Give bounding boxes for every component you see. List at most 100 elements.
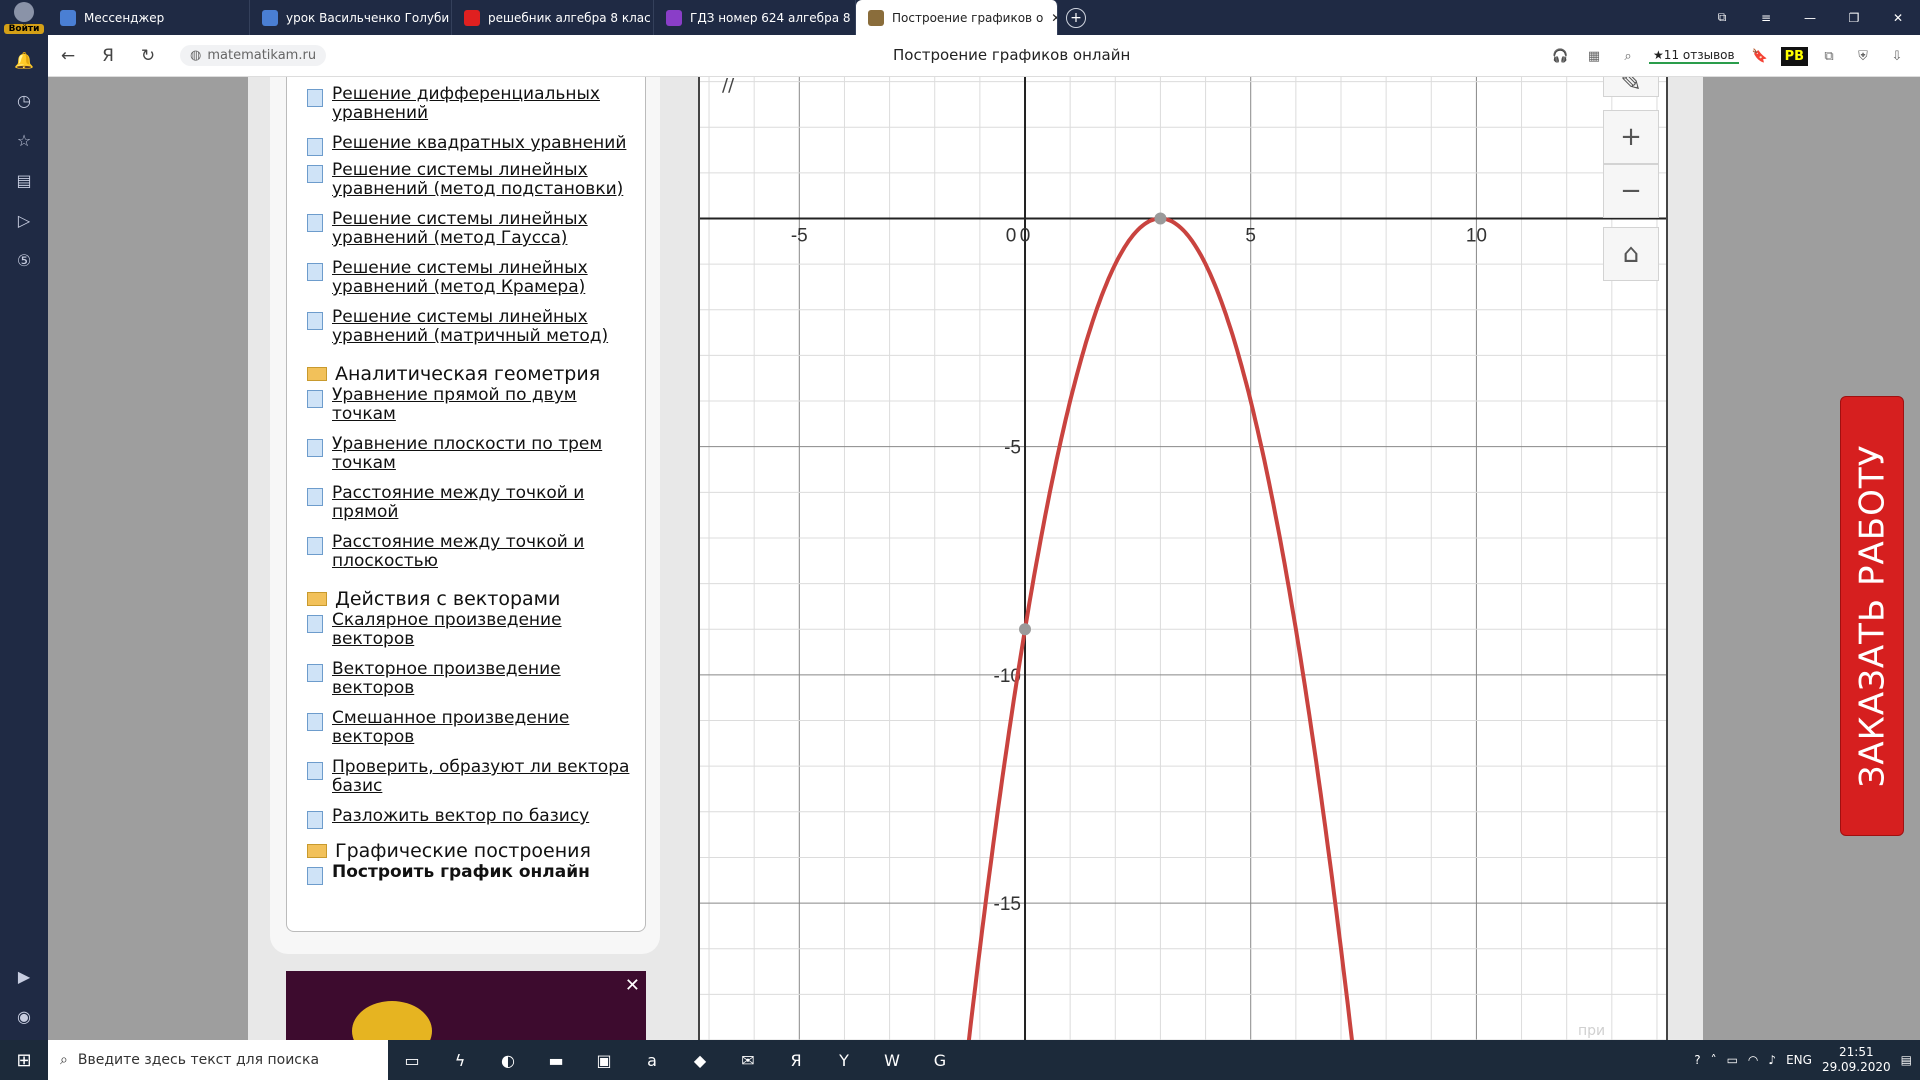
app-icon[interactable]: G bbox=[916, 1040, 964, 1080]
menu-category[interactable]: Действия с векторами bbox=[307, 588, 560, 610]
history-icon[interactable]: ◷ bbox=[0, 80, 48, 120]
menu-item[interactable]: Разложить вектор по базису bbox=[307, 807, 632, 829]
dropbox-icon[interactable]: ◆ bbox=[676, 1040, 724, 1080]
menu-item[interactable]: Уравнение плоскости по трем точкам bbox=[307, 435, 632, 473]
menu-item[interactable]: Решение квадратных уравнений bbox=[307, 133, 632, 156]
menu-item[interactable]: Решение системы линейных уравнений (мето… bbox=[307, 210, 632, 248]
tab-favicon-icon bbox=[666, 9, 682, 26]
home-button[interactable]: ⌂ bbox=[1603, 227, 1659, 281]
lightning-app-icon[interactable]: ϟ bbox=[436, 1040, 484, 1080]
star-icon[interactable]: ☆ bbox=[0, 120, 48, 160]
chevron-up-icon[interactable]: ˄ bbox=[1711, 1053, 1717, 1067]
home-icon: ⌂ bbox=[1622, 239, 1640, 269]
five-icon[interactable]: ⑤ bbox=[0, 240, 48, 280]
browser-tab[interactable]: Мессенджер bbox=[48, 0, 250, 35]
taskbar-search[interactable]: ⌕ Введите здесь текст для поиска bbox=[48, 1040, 388, 1080]
key-point bbox=[1019, 623, 1032, 636]
yandex-icon[interactable]: Я bbox=[88, 35, 128, 77]
url-field[interactable]: ◍ matematikam.ru bbox=[180, 45, 327, 66]
bell-icon[interactable]: 🔔 bbox=[0, 40, 48, 80]
mail-icon[interactable]: ✉ bbox=[724, 1040, 772, 1080]
bookmark-icon[interactable]: 🔖 bbox=[1747, 43, 1773, 69]
extension-rb-icon[interactable]: PB bbox=[1780, 46, 1808, 66]
menu-item[interactable]: Решение дифференциальных уравнений bbox=[307, 85, 632, 123]
menu-item[interactable]: Смешанное произведение векторов bbox=[307, 709, 632, 747]
tab-manager-icon[interactable]: ⧉ bbox=[1700, 0, 1744, 35]
new-tab-button[interactable]: + bbox=[1066, 8, 1086, 28]
store-icon[interactable]: ▣ bbox=[580, 1040, 628, 1080]
reader-icon[interactable]: ▦ bbox=[1581, 43, 1607, 69]
menu-item[interactable]: Решение системы линейных уравнений (мето… bbox=[307, 161, 632, 199]
order-work-button[interactable]: ЗАКАЗАТЬ РАБОТУ bbox=[1840, 396, 1904, 836]
close-icon[interactable]: ✕ bbox=[625, 975, 640, 996]
menu-item[interactable]: Проверить, образуют ли вектора базис bbox=[307, 758, 632, 796]
protect-icon[interactable]: ⛨ bbox=[1850, 43, 1876, 69]
document-icon bbox=[307, 762, 323, 780]
tab-close-icon[interactable]: ✕ bbox=[1051, 11, 1057, 25]
reviews-badge[interactable]: ★11 отзывов bbox=[1649, 48, 1739, 64]
zoom-in-button[interactable]: + bbox=[1603, 110, 1659, 164]
menu-item[interactable]: Построить график онлайн bbox=[307, 863, 632, 885]
maximize-button[interactable]: ❐ bbox=[1832, 0, 1876, 35]
windows-start-icon[interactable]: ⊞ bbox=[0, 1040, 48, 1080]
play-icon[interactable]: ▷ bbox=[0, 200, 48, 240]
menu-item[interactable]: Уравнение прямой по двум точкам bbox=[307, 386, 632, 424]
login-button[interactable]: Войти bbox=[4, 2, 44, 38]
document-icon bbox=[307, 537, 323, 555]
download-icon[interactable]: ⇩ bbox=[1884, 43, 1910, 69]
word-icon[interactable]: W bbox=[868, 1040, 916, 1080]
document-icon bbox=[307, 664, 323, 682]
browser-tab[interactable]: решебник алгебра 8 клас bbox=[452, 0, 654, 35]
browser-tab[interactable]: ГДЗ номер 624 алгебра 8 bbox=[654, 0, 856, 35]
menu-item-label: Решение квадратных уравнений bbox=[332, 133, 627, 153]
browser-tab[interactable]: урок Васильченко Голуби bbox=[250, 0, 452, 35]
task-view-icon[interactable]: ▭ bbox=[388, 1040, 436, 1080]
zoom-out-button[interactable]: − bbox=[1603, 164, 1659, 218]
help-icon[interactable]: ? bbox=[1694, 1053, 1700, 1067]
clock-date: 29.09.2020 bbox=[1821, 1060, 1891, 1074]
menu-item[interactable]: Расстояние между точкой и плоскостью bbox=[307, 533, 632, 571]
headphones-icon[interactable]: 🎧 bbox=[1547, 43, 1573, 69]
x-tick-label: 10 bbox=[1466, 225, 1487, 246]
explorer-icon[interactable]: ▬ bbox=[532, 1040, 580, 1080]
folder-icon bbox=[307, 592, 327, 606]
browser-sidebar: Войти 🔔 ◷ ☆ ▤ ▷ ⑤ ▶ ◉ bbox=[0, 0, 48, 1040]
collections-icon[interactable]: ▤ bbox=[0, 160, 48, 200]
reload-icon[interactable]: ↻ bbox=[128, 35, 168, 77]
menu-item[interactable]: Решение системы линейных уравнений (матр… bbox=[307, 308, 632, 346]
clock[interactable]: 21:51 29.09.2020 bbox=[1822, 1045, 1891, 1075]
menu-item[interactable]: Векторное произведение векторов bbox=[307, 660, 632, 698]
menu-box: Решение дифференциальных уравнений Решени… bbox=[286, 77, 646, 932]
ad-banner[interactable]: ✕ bbox=[286, 971, 646, 1040]
menu-icon[interactable]: ≡ bbox=[1744, 0, 1788, 35]
yandex-icon[interactable]: Я bbox=[772, 1040, 820, 1080]
clock-time: 21:51 bbox=[1839, 1045, 1874, 1059]
alice-icon[interactable]: ◉ bbox=[0, 996, 48, 1036]
volume-icon[interactable]: ♪ bbox=[1768, 1053, 1776, 1067]
back-icon[interactable]: ← bbox=[48, 35, 88, 77]
amazon-icon[interactable]: a bbox=[628, 1040, 676, 1080]
minimize-button[interactable]: — bbox=[1788, 0, 1832, 35]
extension-icon[interactable]: ⧉ bbox=[1816, 43, 1842, 69]
pencil-button[interactable]: ✎ bbox=[1603, 77, 1659, 98]
language-indicator[interactable]: ENG bbox=[1786, 1053, 1812, 1067]
menu-item[interactable]: Скалярное произведение векторов bbox=[307, 610, 632, 649]
menu-item-label: Скалярное произведение векторов bbox=[332, 610, 562, 649]
edge-icon[interactable]: ◐ bbox=[484, 1040, 532, 1080]
taskbar: ⊞ ⌕ Введите здесь текст для поиска ▭ ϟ ◐… bbox=[0, 1040, 1920, 1080]
zoom-icon[interactable]: ⌕ bbox=[1615, 43, 1641, 69]
battery-icon[interactable]: ▭ bbox=[1727, 1053, 1738, 1067]
yandex-browser-icon[interactable]: Y bbox=[820, 1040, 868, 1080]
tab-favicon-icon bbox=[464, 9, 480, 26]
close-button[interactable]: ✕ bbox=[1876, 0, 1920, 35]
menu-category[interactable]: Аналитическая геометрия bbox=[307, 363, 600, 385]
menu-item[interactable]: Решение системы линейных уравнений (мето… bbox=[307, 259, 632, 297]
function-plot[interactable]: -5 0 5 100-5-10-15// bbox=[700, 77, 1666, 1040]
messenger-app-icon[interactable]: ▶ bbox=[0, 956, 48, 996]
graph-panel[interactable]: -505100-5-10-15// при поддержке bbox=[698, 77, 1668, 1040]
notification-icon[interactable]: ▤ bbox=[1901, 1053, 1912, 1067]
menu-item[interactable]: Расстояние между точкой и прямой bbox=[307, 484, 632, 522]
menu-category[interactable]: Графические построения bbox=[307, 840, 591, 862]
wifi-icon[interactable]: ◠ bbox=[1748, 1053, 1758, 1067]
browser-tab[interactable]: Построение графиков о ✕ bbox=[856, 0, 1058, 35]
